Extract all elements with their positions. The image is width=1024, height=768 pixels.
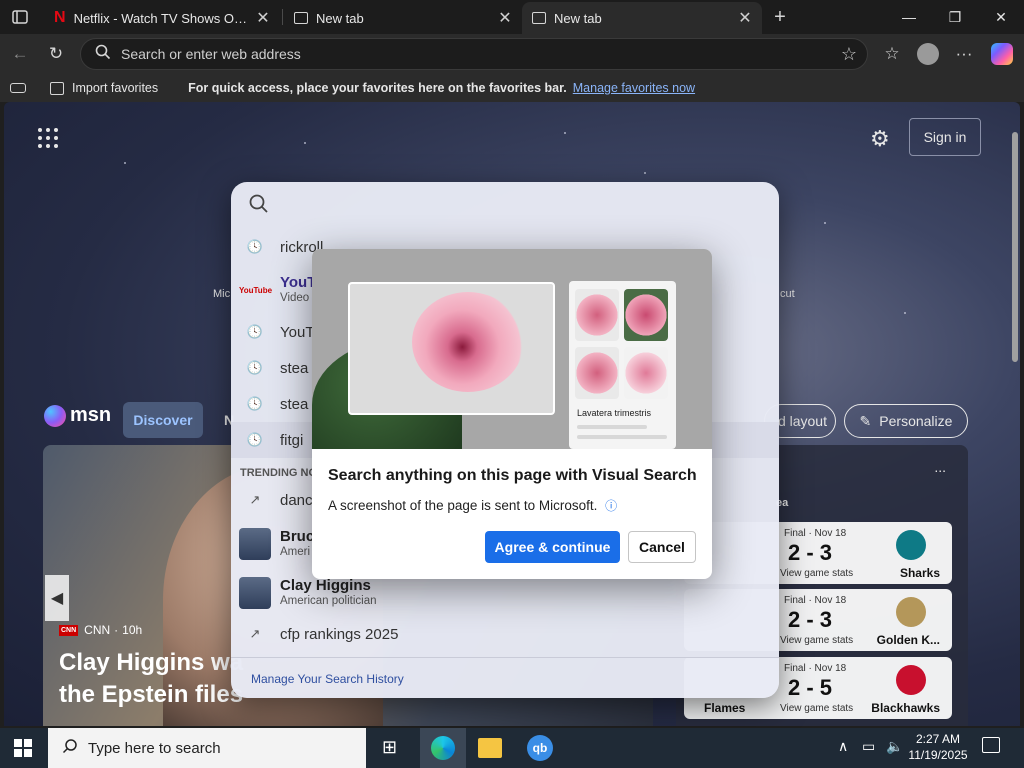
new-tab-page-icon bbox=[294, 12, 308, 24]
favorite-star-icon[interactable]: ☆ bbox=[841, 44, 857, 65]
manage-favorites-link[interactable]: Manage favorites now bbox=[573, 81, 695, 95]
tab-label: Netflix - Watch TV Shows Online, Wa bbox=[73, 10, 252, 26]
netflix-logo-icon: N bbox=[54, 9, 66, 26]
sports-more-icon[interactable]: ... bbox=[934, 459, 946, 475]
sign-in-button[interactable]: Sign in bbox=[909, 118, 981, 156]
blackhawks-logo-icon bbox=[896, 665, 926, 695]
pencil-icon: ✎ bbox=[859, 412, 872, 429]
address-bar[interactable]: Search or enter web address ☆ bbox=[80, 38, 868, 70]
dialog-title: Search anything on this page with Visual… bbox=[328, 467, 697, 484]
favorites-hint: For quick access, place your favorites h… bbox=[188, 81, 567, 95]
back-arrow-icon[interactable]: ← bbox=[6, 40, 34, 68]
restore-button[interactable]: ❐ bbox=[932, 0, 978, 34]
tab-new-2-active[interactable]: New tab ✕ bbox=[522, 2, 762, 34]
visual-search-dialog: Lavatera trimestris Search anything on t… bbox=[312, 249, 712, 579]
close-icon[interactable]: ✕ bbox=[494, 7, 516, 29]
close-icon[interactable]: ✕ bbox=[734, 7, 756, 29]
search-icon bbox=[95, 44, 111, 65]
trending-label: TRENDING NO bbox=[240, 467, 317, 479]
quicklinks-right-partial: cut bbox=[780, 288, 795, 300]
close-window-button[interactable]: ✕ bbox=[978, 0, 1024, 34]
refresh-icon[interactable]: ↻ bbox=[42, 40, 70, 68]
page-scrollbar[interactable] bbox=[1010, 116, 1018, 720]
history-clock-icon: 🕓 bbox=[246, 239, 264, 254]
visual-search-illustration: Lavatera trimestris bbox=[312, 249, 712, 449]
dialog-description: A screenshot of the page is sent to Micr… bbox=[328, 498, 618, 513]
youtube-logo-icon: YouTube bbox=[239, 286, 273, 295]
windows-start-icon[interactable] bbox=[14, 739, 32, 757]
more-options-icon[interactable]: ··· bbox=[950, 40, 978, 68]
history-clock-icon: 🕓 bbox=[246, 324, 264, 339]
cnn-logo-icon: CNN bbox=[59, 624, 79, 636]
network-icon[interactable]: ▭ bbox=[862, 738, 875, 755]
history-clock-icon: 🕓 bbox=[246, 396, 264, 411]
msn-logo[interactable]: msn bbox=[44, 404, 111, 427]
new-tab-plus-icon[interactable]: + bbox=[766, 3, 794, 31]
personalize-button[interactable]: ✎ Personalize bbox=[844, 404, 968, 438]
quicklinks-left-partial: Mic bbox=[213, 288, 231, 300]
volume-muted-icon[interactable]: 🔈 bbox=[886, 738, 903, 755]
collections-icon[interactable] bbox=[10, 83, 26, 93]
new-tab-page-icon bbox=[532, 12, 546, 24]
tray-chevron-icon[interactable]: ∧ bbox=[838, 738, 848, 755]
info-icon[interactable]: ⓘ bbox=[605, 499, 617, 513]
settings-gear-icon[interactable]: ⚙ bbox=[870, 126, 890, 152]
favorites-icon[interactable]: ☆ bbox=[878, 40, 906, 68]
tab-label: New tab bbox=[316, 10, 364, 26]
taskbar-search-box[interactable]: Type here to search bbox=[48, 728, 366, 768]
tab-label: New tab bbox=[554, 10, 602, 26]
results-card: Lavatera trimestris bbox=[569, 281, 676, 449]
edge-taskbar-icon[interactable] bbox=[420, 728, 466, 768]
sharks-logo-icon bbox=[896, 530, 926, 560]
result-caption: Lavatera trimestris bbox=[577, 408, 652, 418]
import-favorites-link[interactable]: Import favorites bbox=[72, 81, 158, 95]
profile-avatar[interactable] bbox=[914, 40, 942, 68]
notification-icon[interactable] bbox=[982, 737, 1000, 753]
apps-grid-icon[interactable] bbox=[38, 128, 58, 148]
search-icon bbox=[249, 194, 269, 219]
cancel-button[interactable]: Cancel bbox=[628, 531, 696, 563]
tab-new-1[interactable]: New tab ✕ bbox=[284, 2, 522, 34]
trending-item[interactable]: Clay Higgins American politician bbox=[231, 575, 779, 615]
file-explorer-icon[interactable] bbox=[478, 738, 502, 758]
import-favorites-icon bbox=[50, 81, 64, 95]
favorites-bar: Import favorites For quick access, place… bbox=[0, 74, 1024, 102]
scrollbar-thumb[interactable] bbox=[1012, 132, 1018, 362]
minimize-button[interactable]: — bbox=[886, 0, 932, 34]
task-view-icon[interactable]: ⊞ bbox=[382, 737, 397, 758]
windows-taskbar: Type here to search ⊞ qb ∧ ▭ 🔈 2:27 AM 1… bbox=[0, 728, 1024, 768]
golden-knights-logo-icon bbox=[896, 597, 926, 627]
copilot-icon[interactable] bbox=[988, 40, 1016, 68]
address-placeholder: Search or enter web address bbox=[121, 46, 301, 62]
search-icon bbox=[62, 738, 78, 758]
history-clock-icon: 🕓 bbox=[246, 432, 264, 447]
agree-continue-button[interactable]: Agree & continue bbox=[485, 531, 620, 563]
qbittorrent-icon[interactable]: qb bbox=[527, 735, 553, 761]
trending-arrow-icon: ↗ bbox=[249, 626, 261, 641]
trending-arrow-icon: ↗ bbox=[249, 492, 261, 507]
story-headline[interactable]: Clay Higgins wa the Epstein files bbox=[59, 647, 243, 711]
tab-netflix[interactable]: N Netflix - Watch TV Shows Online, Wa ✕ bbox=[44, 2, 280, 34]
selection-frame bbox=[348, 282, 555, 415]
manage-search-history-link[interactable]: Manage Your Search History bbox=[251, 672, 404, 686]
title-bar: N Netflix - Watch TV Shows Online, Wa ✕ … bbox=[0, 0, 1024, 34]
person-thumbnail bbox=[239, 528, 271, 560]
close-icon[interactable]: ✕ bbox=[252, 7, 274, 29]
toolbar: ← ↻ Search or enter web address ☆ ☆ ··· bbox=[0, 34, 1024, 74]
left-team-name: Flames bbox=[704, 701, 746, 715]
discover-tab[interactable]: Discover bbox=[123, 402, 203, 438]
story-source[interactable]: CNN CNN · 10h bbox=[59, 623, 142, 637]
trending-item[interactable]: ↗ cfp rankings 2025 bbox=[231, 616, 779, 652]
clock[interactable]: 2:27 AM 11/19/2025 bbox=[908, 731, 968, 763]
flower-image bbox=[412, 292, 524, 392]
prev-story-button[interactable]: ◀ bbox=[45, 575, 69, 621]
msn-butterfly-icon bbox=[44, 404, 66, 427]
tab-actions-icon[interactable] bbox=[6, 3, 34, 31]
person-thumbnail bbox=[239, 577, 271, 609]
history-clock-icon: 🕓 bbox=[246, 360, 264, 375]
